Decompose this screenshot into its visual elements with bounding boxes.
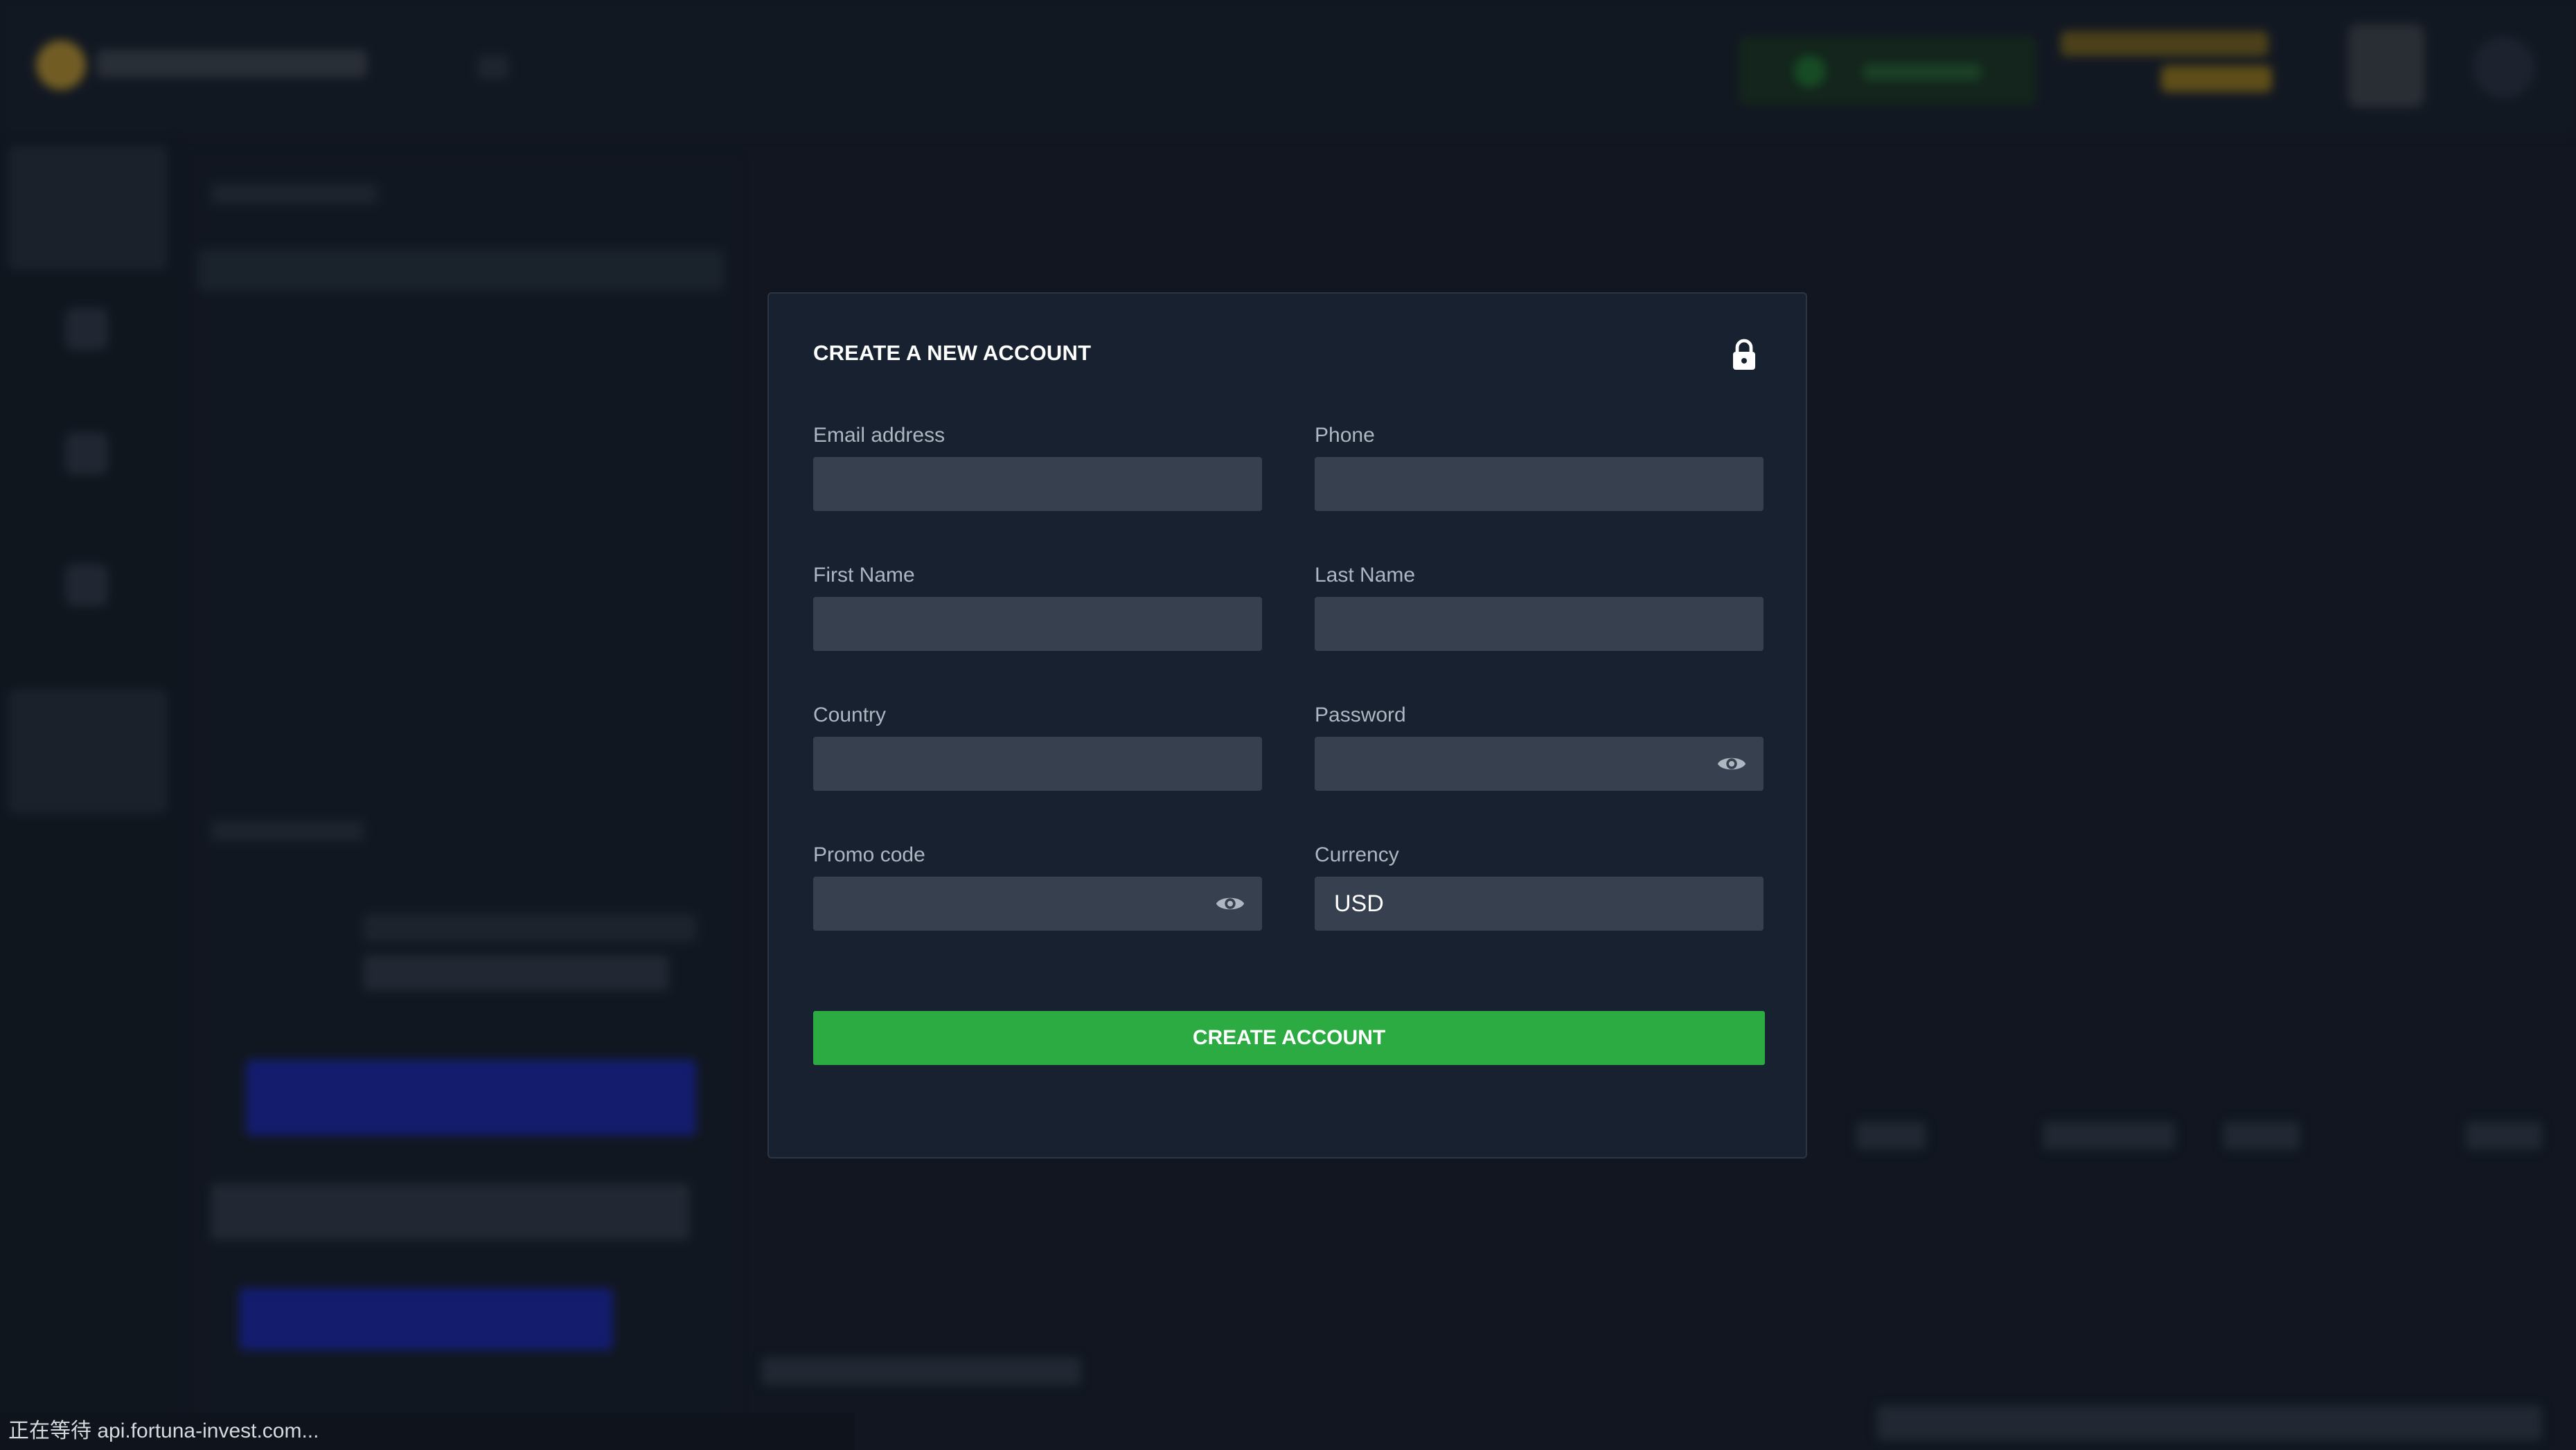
email-field[interactable] <box>813 457 1262 511</box>
create-account-dialog: CREATE A NEW ACCOUNT Email address Phone… <box>767 292 1807 1158</box>
last-name-field[interactable] <box>1315 597 1764 651</box>
password-field[interactable] <box>1315 737 1764 791</box>
phone-label: Phone <box>1315 424 1375 447</box>
password-label: Password <box>1315 704 1406 726</box>
first-name-field[interactable] <box>813 597 1262 651</box>
currency-select[interactable]: USD <box>1315 877 1764 931</box>
promo-code-field[interactable] <box>813 877 1262 931</box>
lock-icon <box>1733 339 1755 370</box>
email-label: Email address <box>813 424 945 447</box>
country-label: Country <box>813 704 887 726</box>
eye-icon[interactable] <box>1215 893 1245 914</box>
country-field[interactable] <box>813 737 1262 791</box>
phone-field[interactable] <box>1315 457 1764 511</box>
promo-code-label: Promo code <box>813 843 925 866</box>
browser-status-bar: 正在等待 api.fortuna-invest.com... <box>0 1413 855 1450</box>
last-name-label: Last Name <box>1315 564 1416 587</box>
eye-icon[interactable] <box>1716 753 1747 774</box>
create-account-button[interactable]: CREATE ACCOUNT <box>813 1011 1765 1065</box>
dialog-title: CREATE A NEW ACCOUNT <box>813 341 1092 365</box>
first-name-label: First Name <box>813 564 915 587</box>
currency-label: Currency <box>1315 843 1399 866</box>
